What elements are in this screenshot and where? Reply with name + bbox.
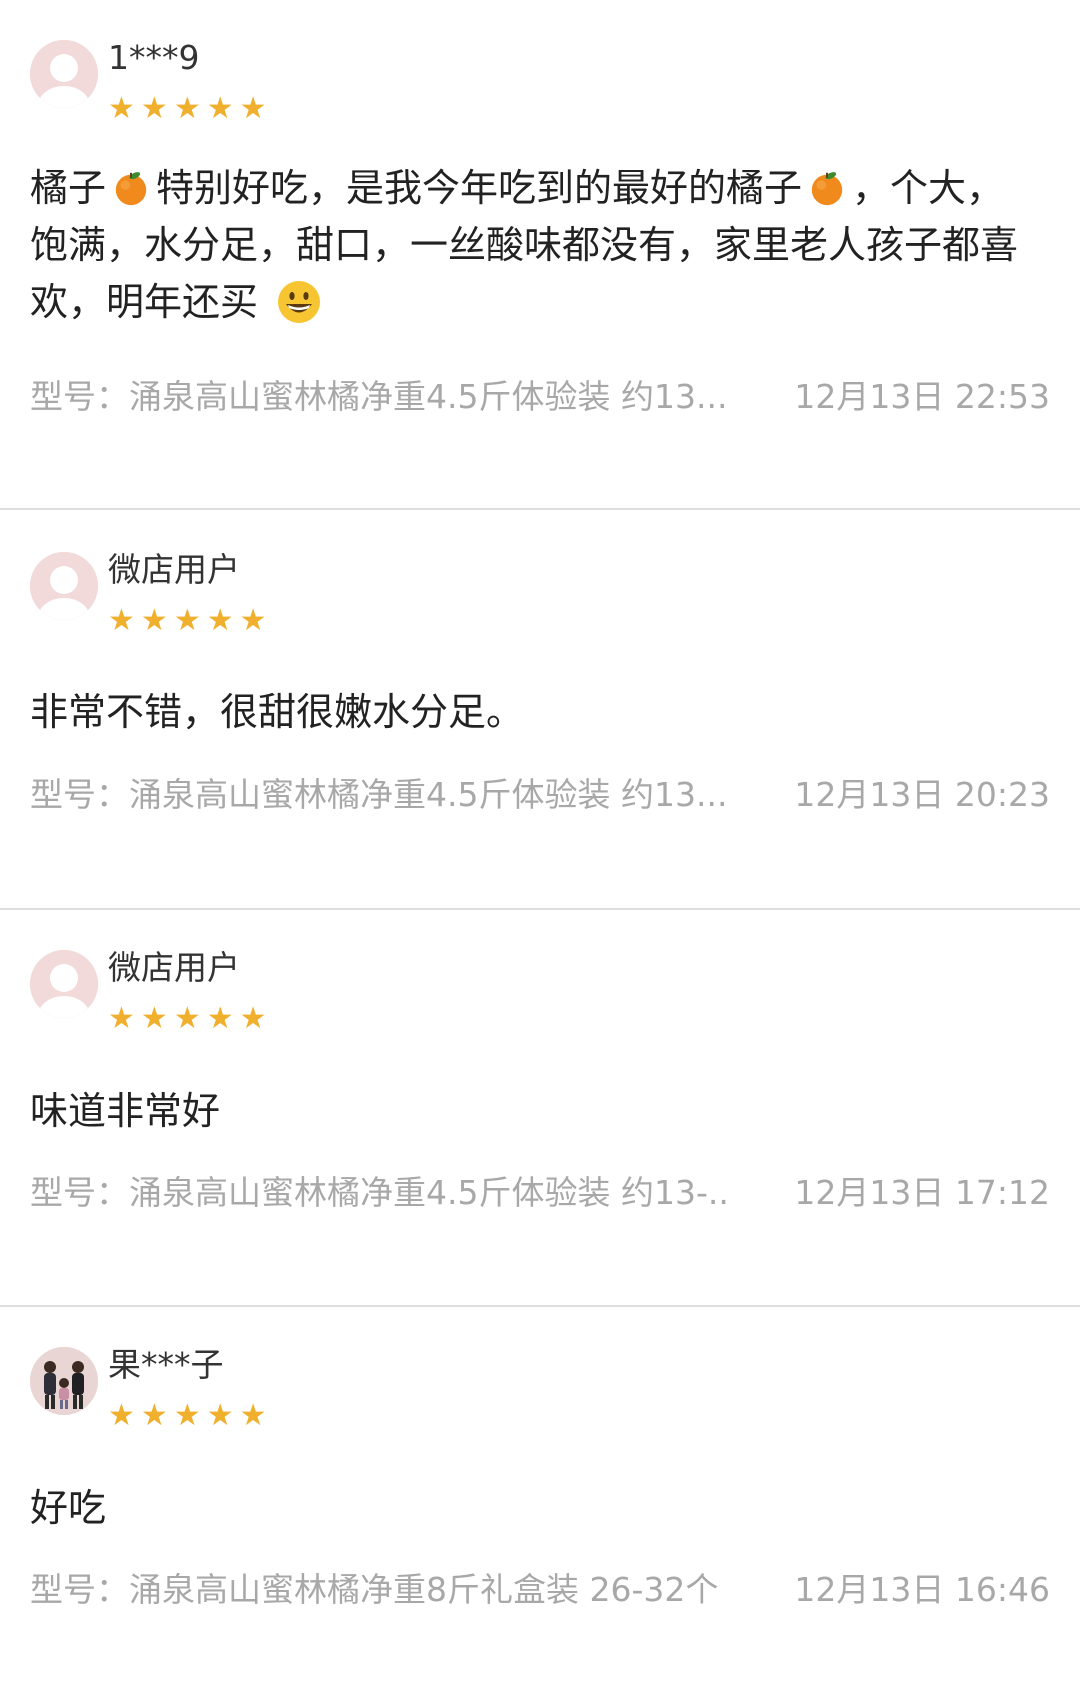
star-icon: ★ [108, 1398, 141, 1433]
star-icon: ★ [173, 91, 207, 126]
default-avatar-icon [30, 950, 98, 1018]
star-icon: ★ [140, 603, 174, 638]
star-icon: ★ [239, 91, 273, 126]
star-icon: ★ [108, 603, 141, 638]
product-model: 型号：涌泉高山蜜林橘净重4.5斤体验装 约13-... [30, 1173, 730, 1212]
star-icon: ★ [108, 91, 141, 126]
review-text: 非常不错，很甜很嫩水分足。 [30, 690, 525, 734]
star-icon: ★ [140, 1398, 174, 1433]
avatar[interactable] [30, 40, 98, 108]
star-rating: ★★★★★ [108, 1399, 273, 1433]
review-meta: 型号：涌泉高山蜜林橘净重8斤礼盒装 26-32个 12月13日 16:46 [30, 1570, 1050, 1610]
review-card: 微店用户 ★★★★★ 非常不错，很甜很嫩水分足。 型号：涌泉高山蜜林橘净重4.5… [0, 512, 1080, 910]
avatar[interactable] [30, 1347, 98, 1415]
review-meta: 型号：涌泉高山蜜林橘净重4.5斤体验装 约13... 12月13日 20:23 [30, 775, 1050, 815]
star-icon: ★ [173, 603, 207, 638]
review-time: 12月13日 16:46 [794, 1570, 1050, 1609]
product-model: 型号：涌泉高山蜜林橘净重4.5斤体验装 约13... [30, 775, 728, 814]
username: 1***9 [108, 38, 200, 77]
star-icon: ★ [239, 1001, 273, 1036]
family-avatar-icon [30, 1347, 98, 1415]
grinning-face-emoji-icon [278, 281, 321, 323]
review-time: 12月13日 17:12 [794, 1173, 1050, 1212]
product-model: 型号：涌泉高山蜜林橘净重8斤礼盒装 26-32个 [30, 1570, 719, 1609]
star-icon: ★ [140, 1001, 174, 1036]
star-rating: ★★★★★ [108, 1002, 273, 1036]
review-time: 12月13日 20:23 [794, 775, 1050, 814]
tangerine-emoji-icon [811, 172, 843, 206]
star-icon: ★ [206, 1398, 240, 1433]
review-card: 微店用户 ★★★★★ 味道非常好 型号：涌泉高山蜜林橘净重4.5斤体验装 约13… [0, 910, 1080, 1307]
username: 微店用户 [108, 550, 240, 589]
star-icon: ★ [140, 91, 174, 126]
star-icon: ★ [239, 603, 273, 638]
review-text: 味道非常好 [30, 1089, 221, 1133]
star-icon: ★ [173, 1001, 207, 1036]
star-icon: ★ [173, 1398, 207, 1433]
star-icon: ★ [206, 1001, 240, 1036]
star-icon: ★ [206, 603, 240, 638]
review-text: 好吃 [30, 1486, 107, 1530]
avatar[interactable] [30, 552, 98, 620]
review-card: 1***9 ★★★★★ 橘子 特别好吃，是我今年吃到的最好的橘子 ，个大，饱满，水分… [0, 0, 1080, 510]
star-icon: ★ [206, 91, 240, 126]
star-icon: ★ [108, 1001, 141, 1036]
review-meta: 型号：涌泉高山蜜林橘净重4.5斤体验装 约13... 12月13日 22:53 [30, 377, 1050, 417]
review-meta: 型号：涌泉高山蜜林橘净重4.5斤体验装 约13-... 12月13日 17:12 [30, 1173, 1050, 1213]
review-text: 橘子 特别好吃，是我今年吃到的最好的橘子 ，个大，饱满，水分足，甜口，一丝酸味都没有… [30, 166, 1019, 324]
star-icon: ★ [239, 1398, 273, 1433]
default-avatar-icon [30, 552, 98, 620]
review-card: 果***子 ★★★★★ 好吃 型号：涌泉高山蜜林橘净重8斤礼盒装 26-32个 … [0, 1307, 1080, 1698]
tangerine-emoji-icon [115, 172, 147, 206]
star-rating: ★★★★★ [108, 604, 273, 638]
product-model: 型号：涌泉高山蜜林橘净重4.5斤体验装 约13... [30, 377, 728, 416]
review-time: 12月13日 22:53 [794, 377, 1050, 416]
avatar[interactable] [30, 950, 98, 1018]
username: 微店用户 [108, 948, 240, 987]
star-rating: ★★★★★ [108, 92, 273, 126]
username: 果***子 [108, 1345, 224, 1384]
default-avatar-icon [30, 40, 98, 108]
